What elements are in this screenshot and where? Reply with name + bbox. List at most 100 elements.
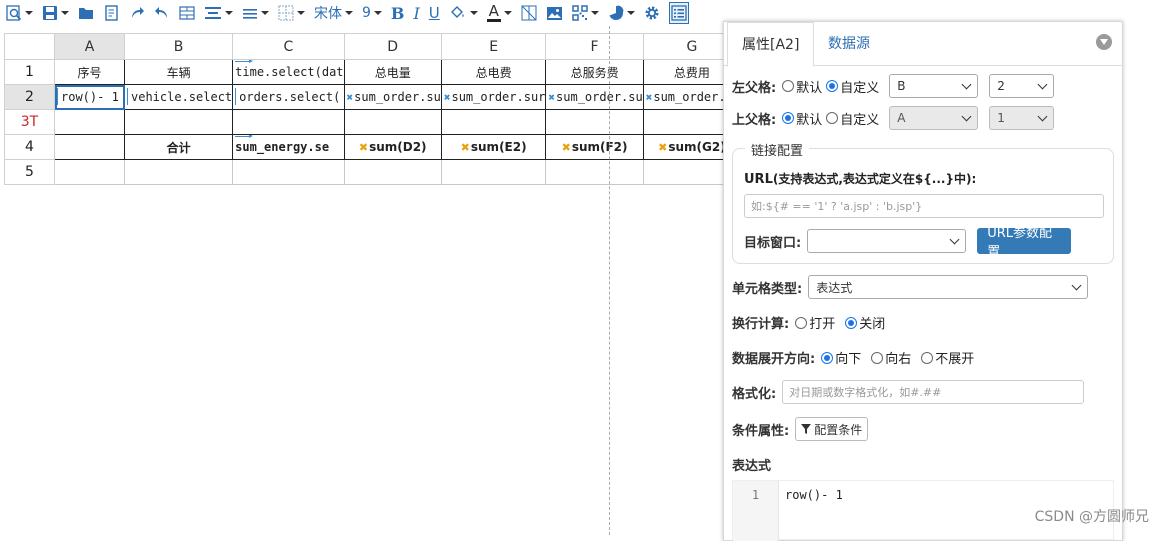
expand-down-radio[interactable]: 向下 [821,348,861,367]
cell-type-select[interactable]: 表达式 [808,275,1088,299]
url-param-button[interactable]: URL参数配置 [977,228,1071,254]
cell-A2[interactable]: row()- 1 [55,85,125,110]
property-panel-icon[interactable] [669,2,689,24]
wrap-calc-on-radio[interactable]: 打开 [795,313,835,332]
url-input[interactable]: 如:${# == '1' ? 'a.jsp' : 'b.jsp'} [744,194,1104,218]
cell-C5[interactable] [233,160,344,185]
tab-datasource[interactable]: 数据源 [814,22,884,66]
expression-code[interactable]: row()- 1 [785,488,843,502]
top-parent-index-select[interactable]: 1 [989,106,1054,130]
radio-label: 向下 [835,348,861,367]
expand-none-radio[interactable]: 不展开 [921,348,974,367]
bold-icon[interactable]: B [391,2,405,24]
top-parent-custom-radio[interactable]: 自定义 [826,109,879,128]
cell-B2[interactable]: vehicle.select [125,85,233,110]
no-border-icon[interactable] [521,2,537,24]
search-icon[interactable] [6,2,33,24]
left-parent-cell-select[interactable]: B [889,74,978,98]
cell-F4[interactable]: ✖sum(F2) [546,135,643,160]
collapse-icon[interactable] [1096,34,1112,50]
line-spacing-icon[interactable] [242,2,269,24]
target-window-select[interactable] [807,229,966,253]
cell-C1[interactable]: time.select(dat [233,60,344,85]
undo-icon[interactable] [154,2,170,24]
expand-right-radio[interactable]: 向右 [871,348,911,367]
chevron-down-icon [504,11,512,15]
fill-color-icon[interactable] [449,2,478,24]
top-parent-cell-select[interactable]: A [889,106,978,130]
italic-icon[interactable]: I [413,2,419,24]
cell-B1[interactable]: 车辆 [125,60,233,85]
cell-text: sum(D2) [369,140,426,154]
font-color-icon[interactable]: A [487,2,512,24]
link-config-legend: 链接配置 [745,140,809,159]
cell-E5[interactable] [441,160,546,185]
column-header[interactable]: D [344,34,441,60]
cell-A3[interactable] [55,110,125,135]
merge-icon[interactable] [179,2,195,24]
font-size-select[interactable]: 9 [362,2,382,24]
cell-D5[interactable] [344,160,441,185]
row-header[interactable]: 4 [5,135,55,160]
cell-E2[interactable]: ✖sum_order.sur [441,85,546,110]
cell-A1[interactable]: 序号 [55,60,125,85]
qrcode-icon[interactable] [572,2,599,24]
corner-cell[interactable] [5,34,55,60]
row-header[interactable]: 5 [5,160,55,185]
align-icon[interactable] [204,2,233,24]
wrap-calc-off-radio[interactable]: 关闭 [845,313,885,332]
underline-icon[interactable]: U [429,2,440,24]
cell-D2[interactable]: ✖sum_order.su [344,85,441,110]
chart-icon[interactable] [608,2,635,24]
cell-E3[interactable] [441,110,546,135]
cell-text: orders.select( [235,90,340,104]
save-icon[interactable] [42,2,69,24]
column-header[interactable]: B [125,34,233,60]
cell-D4[interactable]: ✖sum(D2) [344,135,441,160]
column-header[interactable]: E [441,34,546,60]
cell-B5[interactable] [125,160,233,185]
font-name-select[interactable]: 宋体 [314,2,353,24]
cell-F1[interactable]: 总服务费 [546,60,643,85]
cell-F2[interactable]: ✖sum_order.su [546,85,643,110]
left-parent-index-select[interactable]: 2 [989,74,1054,98]
open-folder-icon[interactable] [78,2,95,24]
cell-C2[interactable]: orders.select( [233,85,344,110]
redo-icon[interactable] [129,2,145,24]
border-icon[interactable] [278,2,305,24]
cell-E4[interactable]: ✖sum(E2) [441,135,546,160]
cell-F3[interactable] [546,110,643,135]
cell-B3[interactable] [125,110,233,135]
cell-A5[interactable] [55,160,125,185]
url-label: URL [744,172,773,187]
image-icon[interactable] [546,2,563,24]
cell-text: sum_order.sur [451,90,545,104]
format-input[interactable]: 对日期或数字格式化，如#.## [782,380,1084,404]
row-header[interactable]: 2 [5,85,55,110]
expand-right-marker [235,61,251,62]
cell-C4[interactable]: sum_energy.se [233,135,344,160]
configure-condition-button[interactable]: 配置条件 [795,417,868,441]
cell-text: sum(G2) [668,140,725,154]
cell-C3[interactable] [233,110,344,135]
tab-properties[interactable]: 属性[A2] [727,22,814,67]
cell-D1[interactable]: 总电量 [344,60,441,85]
cell-A4[interactable] [55,135,125,160]
cell-F5[interactable] [546,160,643,185]
column-header[interactable]: C [233,34,344,60]
left-parent-default-radio[interactable]: 默认 [782,77,822,96]
cell-E1[interactable]: 总电费 [441,60,546,85]
aggregate-icon: ✖ [658,141,667,154]
left-parent-custom-radio[interactable]: 自定义 [826,77,879,96]
cell-type-row: 单元格类型: 表达式 [732,275,1088,299]
cell-text: sum_order.su [354,90,441,104]
settings-icon[interactable] [644,2,660,24]
cell-D3[interactable] [344,110,441,135]
column-header[interactable]: F [546,34,643,60]
row-header[interactable]: 3T [5,110,55,135]
top-parent-default-radio[interactable]: 默认 [782,109,822,128]
row-header[interactable]: 1 [5,60,55,85]
cell-B4[interactable]: 合计 [125,135,233,160]
export-icon[interactable] [104,2,120,24]
column-header[interactable]: A [55,34,125,60]
